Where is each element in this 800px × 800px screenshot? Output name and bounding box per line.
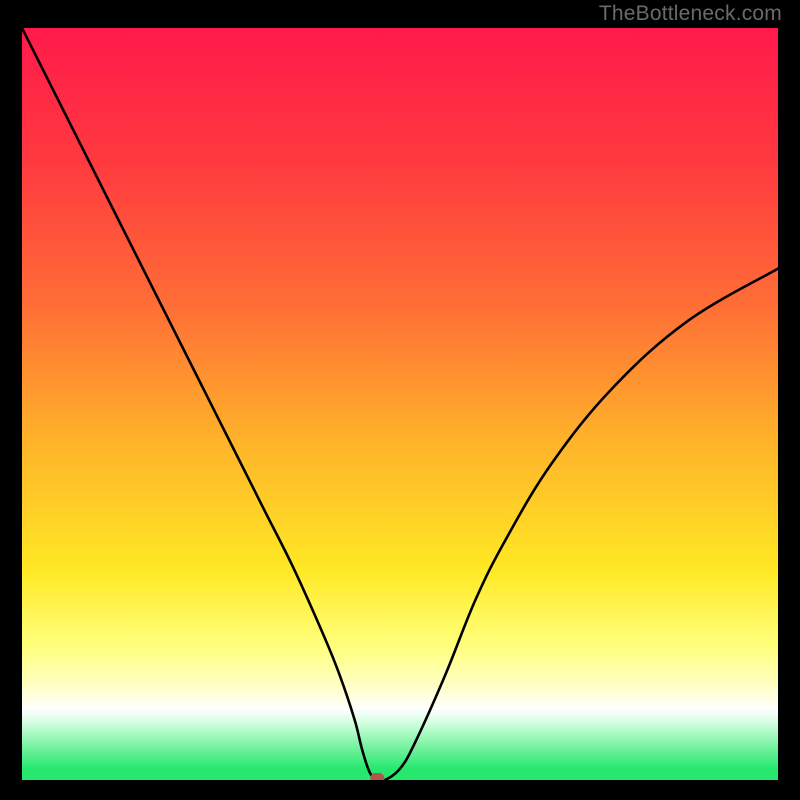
chart-frame: TheBottleneck.com bbox=[0, 0, 800, 800]
plot-area bbox=[22, 28, 778, 780]
chart-svg bbox=[22, 28, 778, 780]
watermark-text: TheBottleneck.com bbox=[599, 2, 782, 26]
